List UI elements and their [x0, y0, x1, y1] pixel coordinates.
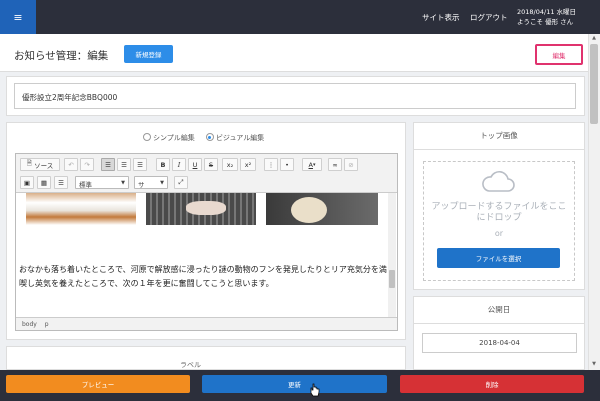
simple-mode-radio[interactable]: シンプル編集: [143, 133, 195, 142]
text-color-button[interactable]: A ▾: [302, 158, 322, 171]
visual-mode-radio[interactable]: ビジュアル編集: [205, 133, 265, 142]
numbered-list-icon: ⋮: [267, 160, 275, 169]
source-button[interactable]: 🗎 ソース: [20, 158, 60, 171]
hamburger-menu-button[interactable]: ≡: [0, 0, 36, 34]
editor-status-path: body p: [16, 317, 397, 330]
top-image-title: トップ画像: [413, 122, 585, 150]
undo-icon: ↶: [68, 160, 74, 169]
bbq-grill-photo: [146, 193, 256, 225]
page-title: お知らせ管理：編集: [14, 50, 109, 62]
image-button[interactable]: ▣: [20, 176, 34, 189]
format-select[interactable]: 標準 ▼: [75, 176, 129, 189]
align-right-button[interactable]: ☰: [133, 158, 147, 171]
bold-button[interactable]: B: [156, 158, 170, 171]
site-view-link[interactable]: サイト表示: [422, 12, 460, 23]
simple-mode-label: シンプル編集: [153, 134, 195, 142]
bullet-list-icon: •: [285, 160, 289, 169]
align-right-icon: ☰: [137, 160, 143, 169]
align-center-icon: ☰: [121, 160, 127, 169]
horizontal-rule-button[interactable]: ☰: [54, 176, 68, 189]
top-navbar: [0, 0, 600, 34]
unlink-icon: ⊘: [348, 160, 354, 169]
link-button[interactable]: ∞: [328, 158, 342, 171]
editor-content[interactable]: [16, 193, 390, 317]
align-left-icon: ☰: [105, 160, 111, 169]
source-label: ソース: [34, 161, 54, 170]
new-entry-button[interactable]: 新規登録: [124, 45, 173, 63]
editor-paragraph[interactable]: おなかも落ち着いたところで、河原で解放感に浸ったり謎の動物のフンを発見したりとリ…: [19, 263, 387, 290]
chevron-down-icon: ▼: [121, 180, 125, 186]
logout-link[interactable]: ログアウト: [470, 12, 508, 23]
update-button[interactable]: 更新: [202, 375, 387, 393]
publish-date-input[interactable]: 2018-04-04: [422, 333, 577, 353]
cloud-upload-icon: [482, 171, 515, 192]
editor-mode-selector: シンプル編集 ビジュアル編集: [143, 133, 264, 143]
select-file-button[interactable]: ファイルを選択: [437, 248, 560, 268]
edit-button[interactable]: 編集: [535, 44, 583, 65]
italic-button[interactable]: I: [172, 158, 186, 171]
visual-mode-label: ビジュアル編集: [215, 134, 265, 142]
size-select-value: サ: [138, 181, 145, 189]
label-card: [6, 346, 406, 370]
hand-cursor-icon: [310, 383, 320, 397]
or-separator: or: [494, 229, 504, 238]
redo-button[interactable]: ↷: [80, 158, 94, 171]
maximize-icon: ⤢: [178, 178, 184, 186]
unlink-button[interactable]: ⊘: [344, 158, 358, 171]
align-center-button[interactable]: ☰: [117, 158, 131, 171]
hamburger-icon: ≡: [13, 10, 23, 24]
title-input[interactable]: 優形設立2周年記念BBQ000: [14, 83, 576, 109]
underline-button[interactable]: U: [188, 158, 202, 171]
radio-off-icon: [143, 133, 151, 141]
radio-on-icon: [205, 133, 214, 141]
link-icon: ∞: [332, 160, 338, 169]
editor-scrollbar[interactable]: [388, 193, 396, 317]
editor-scrollbar-thumb[interactable]: [389, 270, 395, 288]
document-icon: 🗎: [26, 159, 32, 167]
strike-button[interactable]: S: [204, 158, 218, 171]
chevron-down-icon: ▼: [160, 180, 164, 186]
label-title: ラベル: [180, 361, 201, 369]
numbered-list-button[interactable]: ⋮: [264, 158, 278, 171]
redo-icon: ↷: [84, 160, 90, 169]
superscript-button[interactable]: x²: [240, 158, 256, 171]
size-select[interactable]: サ ▼: [134, 176, 168, 189]
chevron-down-icon: ▾: [312, 161, 316, 168]
scroll-down-icon[interactable]: ▼: [589, 361, 599, 369]
bbq-shell-photo: [266, 193, 378, 225]
delete-button[interactable]: 削除: [400, 375, 584, 393]
welcome-text: ようこそ 優形 さん: [517, 18, 574, 26]
horizontal-rule-icon: ☰: [58, 178, 64, 187]
subscript-button[interactable]: x₂: [222, 158, 238, 171]
current-date: 2018/04/11 水曜日: [517, 8, 577, 16]
page-scrollbar-thumb[interactable]: [590, 44, 598, 124]
drop-instructions: アップロードするファイルをここにドロップ: [431, 202, 567, 223]
image-icon: ▣: [23, 178, 31, 187]
publish-date-title: 公開日: [413, 296, 585, 324]
scroll-up-icon[interactable]: ▲: [589, 35, 599, 43]
format-select-value: 標準: [79, 181, 92, 189]
preview-button[interactable]: プレビュー: [6, 375, 190, 393]
undo-button[interactable]: ↶: [64, 158, 78, 171]
date-welcome: 2018/04/11 水曜日 ようこそ 優形 さん: [517, 7, 576, 27]
bbq-food-photo: [26, 193, 136, 225]
table-button[interactable]: ▦: [37, 176, 51, 189]
bullet-list-button[interactable]: •: [280, 158, 294, 171]
align-left-button[interactable]: ☰: [101, 158, 115, 171]
maximize-button[interactable]: ⤢: [174, 176, 188, 189]
table-icon: ▦: [40, 178, 48, 187]
